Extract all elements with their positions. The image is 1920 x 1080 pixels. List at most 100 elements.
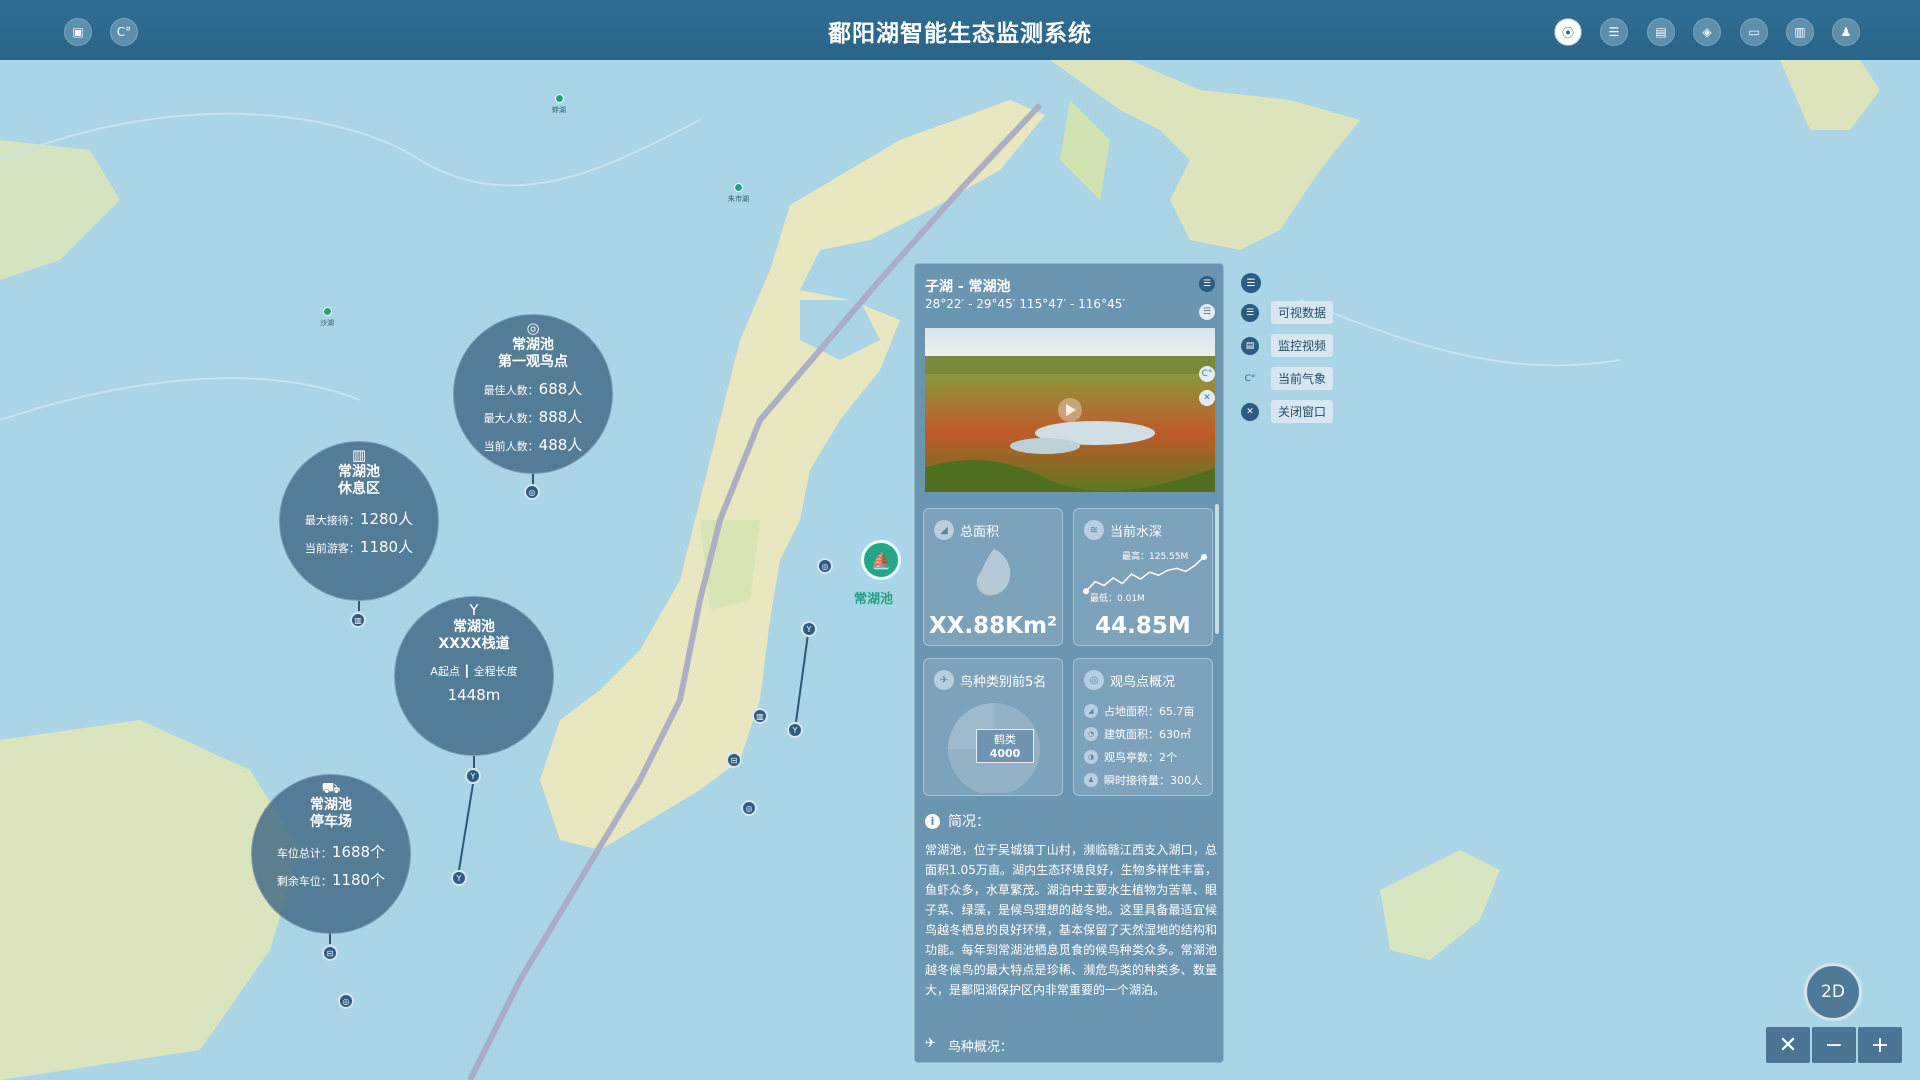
area-card: ◢ 总面积 XX.88Km² bbox=[923, 508, 1063, 646]
menu-icon[interactable]: ☰ bbox=[1241, 273, 1261, 293]
poi-shahu[interactable]: 沙湖 bbox=[320, 307, 334, 328]
view-mode-2d-button[interactable]: 2D bbox=[1804, 963, 1862, 1021]
trail-start-pin[interactable]: Y bbox=[465, 768, 481, 784]
watch-point-pin[interactable]: ◎ bbox=[524, 484, 540, 500]
bubble-watch-point[interactable]: ◎ 常湖池 第一观鸟点 最佳人数：688人 最大人数：888人 当前人数：488… bbox=[453, 314, 613, 474]
bubble-title: 常湖池 bbox=[512, 337, 554, 353]
panel-title: 子湖 - 常湖池 bbox=[925, 279, 1011, 295]
area-value: XX.88Km² bbox=[928, 613, 1058, 639]
bird-species-card: ✈ 鸟种类别前5名 鹤类 4000 bbox=[923, 658, 1063, 796]
info-icon: i bbox=[925, 813, 940, 829]
building-icon: ◔ bbox=[1084, 727, 1098, 741]
database-icon[interactable]: ☰ bbox=[1199, 304, 1215, 320]
wave-icon: ≋ bbox=[1084, 520, 1104, 540]
intro-heading: i 简况： bbox=[925, 811, 990, 831]
layers-icon[interactable]: ◈ bbox=[1693, 18, 1721, 46]
parking-pin[interactable]: ⊟ bbox=[322, 945, 338, 961]
trail-pin[interactable]: Y bbox=[801, 621, 817, 637]
bird-icon: ✈ bbox=[925, 1036, 936, 1051]
rest-area-pin[interactable]: ▥ bbox=[350, 612, 366, 628]
report-icon[interactable]: ▤ bbox=[1647, 18, 1675, 46]
obs-item: ◑ 观鸟亭数：2个 bbox=[1084, 749, 1177, 765]
poi-banghu[interactable]: 蚌湖 bbox=[552, 94, 566, 115]
tools-button[interactable]: ✕ bbox=[1766, 1027, 1810, 1063]
rest-area-icon: ▥ bbox=[351, 446, 367, 464]
doc-icon[interactable]: ▣ bbox=[64, 18, 92, 46]
depth-max-point bbox=[1201, 554, 1207, 560]
database-icon[interactable]: ☰ bbox=[1600, 18, 1628, 46]
weather-icon[interactable]: C° bbox=[1199, 366, 1215, 382]
bird-section-heading: ✈ 鸟种概况： bbox=[925, 1036, 1013, 1055]
bubble-title: 常湖池 bbox=[453, 619, 495, 635]
bubble-parking[interactable]: ⛟ 常湖池 停车场 车位总计：1688个 剩余车位：1180个 bbox=[251, 774, 411, 934]
close-icon: ✕ bbox=[1241, 402, 1259, 421]
bubble-title: 常湖池 bbox=[338, 464, 380, 480]
video-icon: ▤ bbox=[1241, 336, 1259, 355]
photo-image bbox=[925, 328, 1215, 492]
bubble-subtitle: 第一观鸟点 bbox=[498, 354, 568, 370]
system-title: 鄱阳湖智能生态监测系统 bbox=[828, 21, 1092, 47]
monitor-icon[interactable]: ▭ bbox=[1740, 18, 1768, 46]
location-icon[interactable]: ⦿ bbox=[1554, 18, 1582, 46]
rest-area-pin[interactable]: ▥ bbox=[752, 708, 768, 724]
map-pin[interactable]: ◎ bbox=[817, 558, 833, 574]
car-icon: ⛟ bbox=[321, 779, 341, 797]
poi-dot-icon bbox=[554, 94, 564, 103]
bubble-row: 剩余车位：1180个 bbox=[276, 871, 386, 889]
area-icon: ◢ bbox=[1084, 704, 1098, 718]
observation-card: ◎ 观鸟点概况 ◢ 占地面积：65.7亩 ◔ 建筑面积：630㎡ ◑ 观鸟亭数：2个 ♟… bbox=[1073, 658, 1213, 796]
depth-min-point bbox=[1083, 588, 1089, 595]
bubble-row: 最大人数：888人 bbox=[483, 408, 583, 426]
detail-panel: 子湖 - 常湖池 28°22′ - 29°45′ 115°47′ - 116°4… bbox=[914, 263, 1224, 1063]
bubble-row: 1448m bbox=[447, 686, 501, 704]
message-icon[interactable]: ▥ bbox=[1786, 18, 1814, 46]
depth-sparkline bbox=[1083, 554, 1207, 595]
poi-dot-icon bbox=[322, 307, 332, 316]
depth-value: 44.85M bbox=[1095, 613, 1191, 639]
panel-scrollbar[interactable] bbox=[1215, 504, 1219, 634]
parking-pin[interactable]: ⊟ bbox=[726, 752, 742, 768]
bubble-row: 最佳人数：688人 bbox=[483, 380, 583, 398]
top-bird-label: 鹤类 4000 bbox=[976, 729, 1034, 763]
trail-end-pin[interactable]: Y bbox=[451, 870, 467, 886]
poi-dot-icon bbox=[734, 183, 743, 192]
changhuchi-marker-icon[interactable]: ⛵ bbox=[861, 540, 901, 580]
bubble-stem bbox=[358, 601, 360, 611]
menu-item-video[interactable]: ▤ 监控视频 bbox=[1241, 334, 1334, 357]
bubble-title: 常湖池 bbox=[310, 797, 352, 813]
top-header: 鄱阳湖智能生态监测系统 bbox=[0, 0, 1920, 60]
bubble-row: 当前游客：1180人 bbox=[304, 538, 414, 556]
user-icon[interactable]: ♟ bbox=[1832, 18, 1860, 46]
menu-item-visual-data[interactable]: ☰ 可视数据 bbox=[1241, 301, 1334, 324]
close-icon[interactable]: ✕ bbox=[1199, 390, 1215, 406]
bubble-row: 最大接待：1280人 bbox=[304, 510, 414, 528]
zoom-out-button[interactable]: − bbox=[1812, 1027, 1856, 1063]
wetland-photo[interactable] bbox=[925, 328, 1215, 492]
trail-pin[interactable]: Y bbox=[787, 722, 803, 738]
menu-icon[interactable]: ☰ bbox=[1199, 276, 1215, 292]
obs-item: ♟ 瞬时接待量：300人 bbox=[1084, 772, 1202, 788]
database-icon: ☰ bbox=[1241, 303, 1259, 322]
obs-item: ◢ 占地面积：65.7亩 bbox=[1084, 703, 1195, 719]
marker-label: 常湖池 bbox=[854, 592, 894, 607]
bubble-subtitle: 停车场 bbox=[310, 814, 352, 830]
bubble-subtitle: XXXX栈道 bbox=[438, 636, 510, 652]
lake-shape-icon bbox=[976, 549, 1011, 596]
bubble-row: 当前人数：488人 bbox=[483, 436, 583, 454]
weather-icon: C° bbox=[1244, 373, 1256, 384]
map-pin[interactable]: ◎ bbox=[741, 800, 757, 816]
weather-icon[interactable]: C° bbox=[110, 18, 138, 46]
depth-card: ≋ 当前水深 最高：125.55M 最低：0.01M 44.85M bbox=[1073, 508, 1213, 646]
binocular-icon: ◎ bbox=[526, 319, 540, 337]
menu-item-close[interactable]: ✕ 关闭窗口 bbox=[1241, 400, 1334, 423]
area-chart-icon: ◢ bbox=[934, 520, 954, 540]
menu-item-weather[interactable]: C° 当前气象 bbox=[1241, 367, 1334, 390]
zoom-in-button[interactable]: + bbox=[1858, 1027, 1902, 1063]
map-pin[interactable]: ◎ bbox=[338, 993, 354, 1009]
bubble-trail[interactable]: Y 常湖池 XXXX栈道 A起点 ┃ 全程长度 1448m bbox=[394, 596, 554, 756]
pavilion-icon: ◑ bbox=[1084, 750, 1098, 764]
people-icon: ♟ bbox=[1084, 773, 1098, 787]
poi-zhushihu[interactable]: 朱市湖 bbox=[728, 183, 749, 204]
bubble-rest-area[interactable]: ▥ 常湖池 休息区 最大接待：1280人 当前游客：1180人 bbox=[279, 441, 439, 601]
obs-item: ◔ 建筑面积：630㎡ bbox=[1084, 726, 1191, 742]
